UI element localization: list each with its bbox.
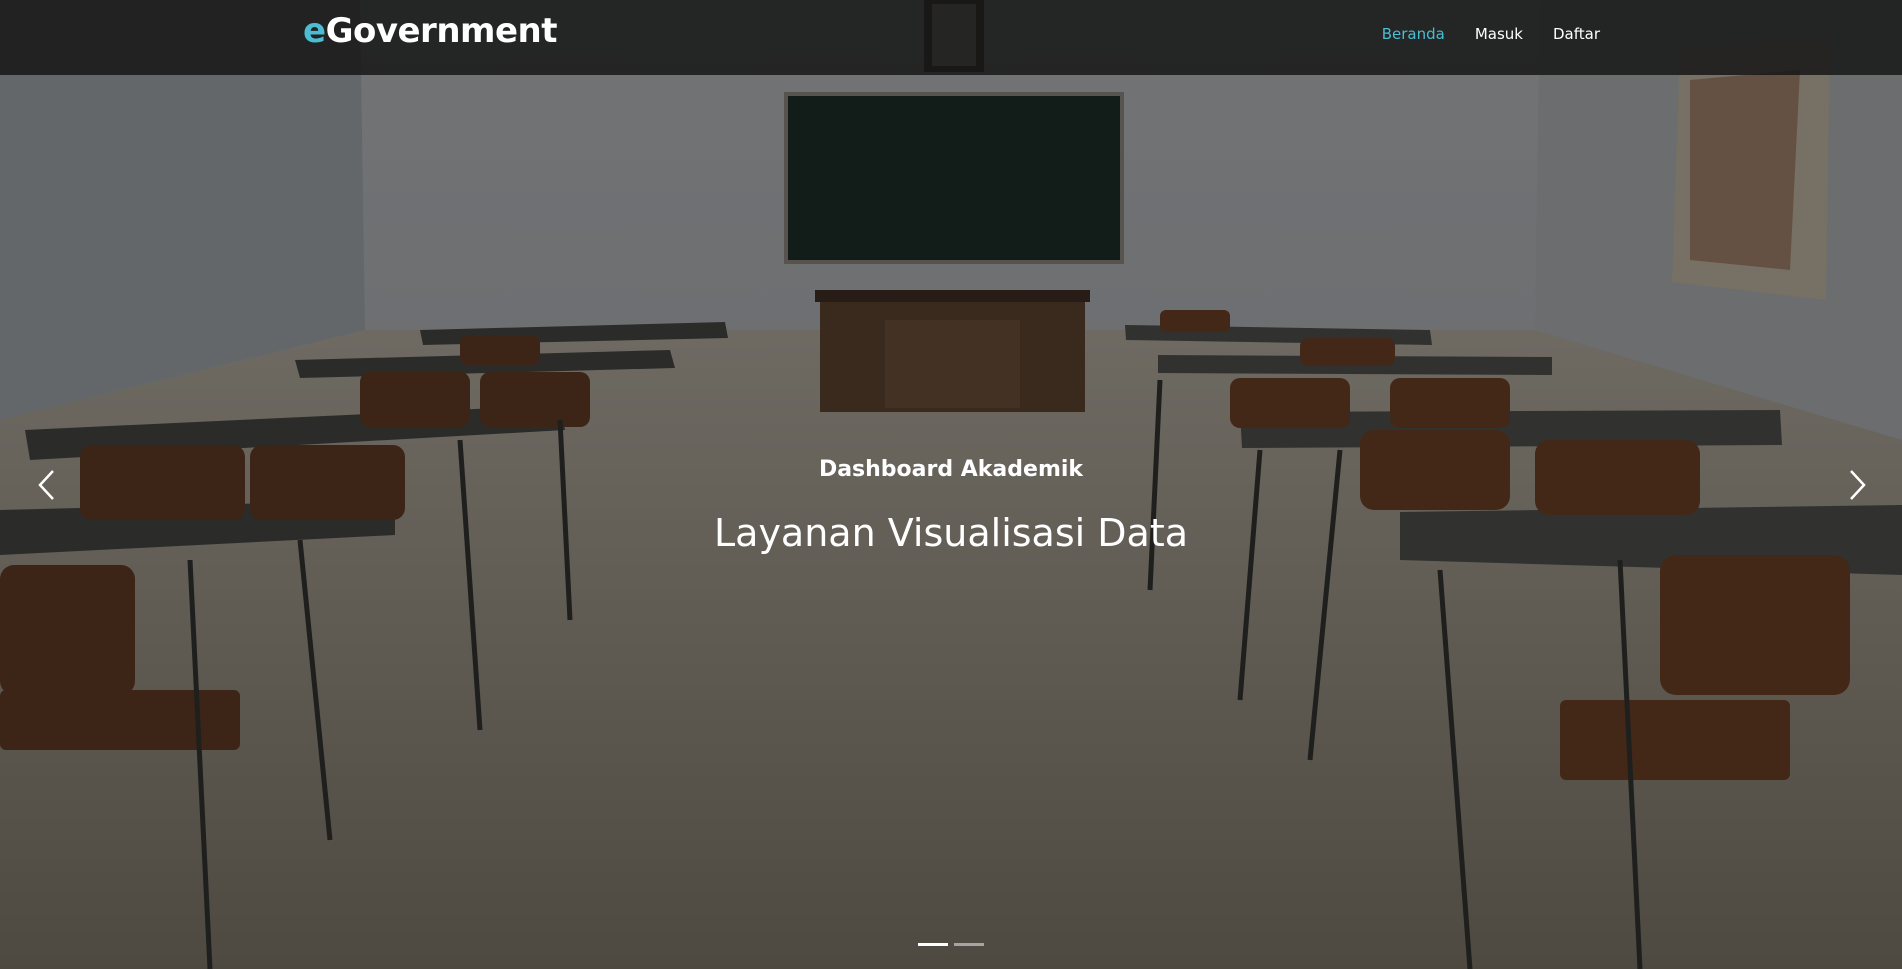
chevron-right-icon [1850, 470, 1866, 500]
chevron-left-icon [38, 470, 54, 500]
hero-carousel: eGovernment Beranda Masuk Daftar Dashboa… [0, 0, 1902, 969]
top-navbar: eGovernment Beranda Masuk Daftar [0, 0, 1902, 75]
nav-link-daftar[interactable]: Daftar [1553, 25, 1600, 43]
carousel-prev-button[interactable] [28, 465, 68, 505]
carousel-indicator-1[interactable] [918, 943, 948, 946]
hero-title: Layanan Visualisasi Data [713, 511, 1189, 555]
brand-prefix: e [303, 11, 326, 51]
nav-link-beranda[interactable]: Beranda [1382, 25, 1445, 43]
hero-dark-overlay [0, 0, 1902, 969]
carousel-indicators [0, 943, 1902, 946]
hero-subtitle: Dashboard Akademik [818, 457, 1084, 482]
nav-link-masuk[interactable]: Masuk [1475, 25, 1523, 43]
brand-logo[interactable]: eGovernment [303, 11, 557, 51]
carousel-indicator-2[interactable] [954, 943, 984, 946]
carousel-next-button[interactable] [1836, 465, 1876, 505]
brand-name: Government [325, 11, 558, 51]
nav-links: Beranda Masuk Daftar [1382, 25, 1600, 43]
